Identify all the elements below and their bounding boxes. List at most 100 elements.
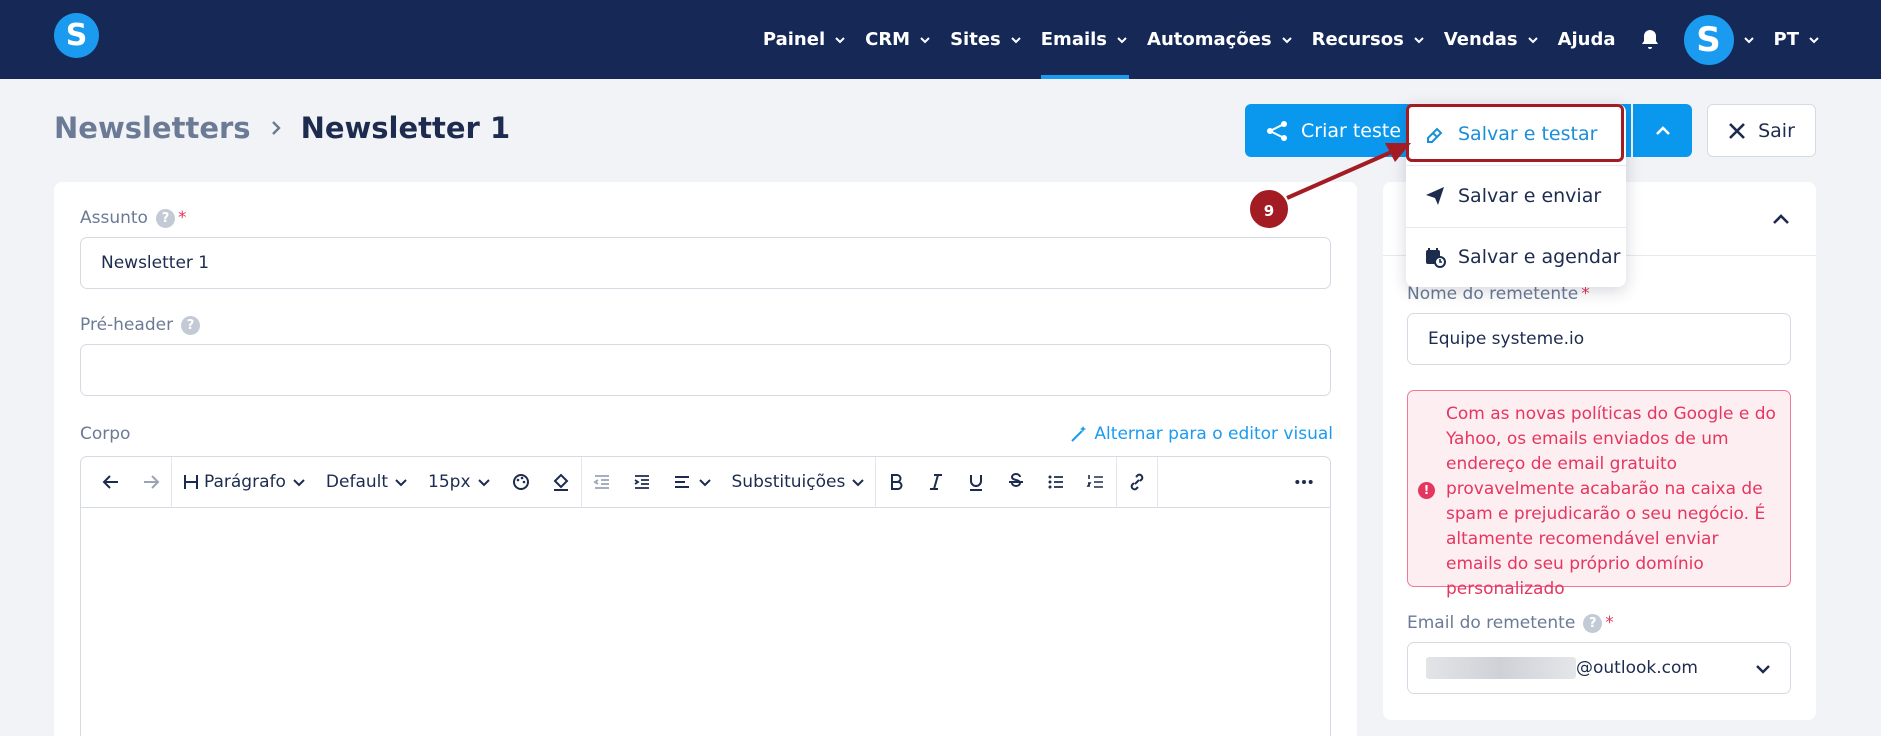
link-button[interactable]	[1117, 457, 1157, 508]
nav-item-vendas[interactable]: Vendas	[1444, 0, 1540, 79]
required-mark: *	[1581, 284, 1590, 304]
strikethrough-button[interactable]	[996, 457, 1036, 508]
subject-input[interactable]: Newsletter 1	[80, 237, 1331, 289]
sender-name-label-text: Nome do remetente	[1407, 284, 1579, 304]
chevron-down-icon	[1743, 36, 1754, 43]
nav-item-label: Recursos	[1311, 29, 1404, 50]
annotation-highlight-box	[1406, 104, 1624, 162]
heading-icon	[184, 475, 198, 489]
block-format-dropdown[interactable]: Parágrafo	[172, 457, 316, 508]
font-family-dropdown[interactable]: Default	[316, 457, 418, 508]
sender-name-value: Equipe systeme.io	[1428, 329, 1585, 349]
sender-email-label: Email do remetente ? *	[1407, 613, 1614, 633]
warning-text: Com as novas políticas do Google e do Ya…	[1446, 404, 1776, 599]
systeme-logo[interactable]: S	[54, 13, 99, 58]
chevron-down-icon	[1414, 36, 1424, 43]
subject-label: Assunto ? *	[80, 208, 186, 228]
chevron-up-icon[interactable]	[1770, 208, 1792, 230]
email-editor-card: Assunto ? * Newsletter 1 Pré-header ? Co…	[54, 182, 1357, 736]
bold-button[interactable]	[876, 457, 916, 508]
highlight-color-button[interactable]	[541, 457, 581, 508]
more-options-button[interactable]	[1284, 457, 1324, 508]
language-label: PT	[1773, 29, 1799, 50]
chevron-down-icon	[835, 36, 845, 43]
paper-plane-icon	[1426, 187, 1444, 205]
nav-item-crm[interactable]: CRM	[865, 0, 932, 79]
save-and-send-item[interactable]: Salvar e enviar	[1406, 166, 1626, 226]
bell-icon[interactable]	[1638, 28, 1662, 52]
switch-visual-editor-label: Alternar para o editor visual	[1094, 424, 1333, 444]
chevron-down-icon	[293, 479, 305, 487]
chevron-down-icon	[1809, 36, 1819, 43]
indent-button[interactable]	[622, 457, 662, 508]
nav-item-automacoes[interactable]: Automações	[1147, 0, 1294, 79]
body-editor[interactable]: Parágrafo Default 15px Substituições	[80, 456, 1331, 736]
arrow-left-icon	[102, 475, 118, 489]
chevron-down-icon	[1281, 36, 1292, 43]
save-and-send-label: Salvar e enviar	[1458, 185, 1602, 207]
chevron-right-icon	[271, 121, 281, 135]
help-icon[interactable]: ?	[1583, 613, 1603, 633]
avatar[interactable]: S	[1683, 14, 1734, 65]
sender-email-domain: @outlook.com	[1576, 658, 1698, 678]
align-dropdown[interactable]	[662, 457, 722, 508]
nav-item-painel[interactable]: Painel	[763, 0, 847, 79]
outdent-button[interactable]	[582, 457, 622, 508]
user-menu[interactable]: S	[1683, 14, 1756, 65]
italic-button[interactable]	[916, 457, 956, 508]
paint-bucket-icon	[553, 473, 568, 491]
text-color-button[interactable]	[501, 457, 541, 508]
exit-button[interactable]: Sair	[1707, 104, 1816, 157]
nav-item-recursos[interactable]: Recursos	[1312, 0, 1426, 79]
chevron-down-icon	[1011, 36, 1021, 43]
free-email-warning: ! Com as novas políticas do Google e do …	[1407, 390, 1791, 599]
font-family-label: Default	[325, 472, 389, 492]
alert-icon: !	[1418, 482, 1435, 499]
sender-name-input[interactable]: Equipe systeme.io	[1407, 313, 1791, 365]
underline-button[interactable]	[956, 457, 996, 508]
align-left-icon	[674, 476, 689, 488]
redo-button[interactable]	[131, 457, 171, 508]
bullet-list-icon	[1048, 475, 1064, 489]
numbered-list-button[interactable]	[1076, 457, 1116, 508]
editor-toolbar: Parágrafo Default 15px Substituições	[81, 456, 1330, 508]
bold-icon	[891, 474, 903, 490]
underline-icon	[970, 475, 983, 491]
nav-item-emails[interactable]: Emails	[1040, 0, 1130, 79]
close-icon	[1729, 122, 1746, 139]
sender-email-select[interactable]: @outlook.com	[1407, 642, 1791, 694]
save-options-toggle[interactable]	[1633, 104, 1692, 157]
save-and-schedule-label: Salvar e agendar	[1458, 246, 1621, 268]
switch-visual-editor-link[interactable]: Alternar para o editor visual	[1070, 424, 1333, 444]
link-icon	[1131, 473, 1144, 491]
nav-item-sites[interactable]: Sites	[950, 0, 1023, 79]
help-icon[interactable]: ?	[155, 208, 175, 228]
nav-item-label: Sites	[950, 29, 1001, 50]
preheader-input[interactable]	[80, 344, 1331, 396]
page-title: Newsletter 1	[300, 111, 511, 145]
language-selector[interactable]: PT	[1774, 0, 1821, 79]
font-size-dropdown[interactable]: 15px	[418, 457, 500, 508]
help-icon[interactable]: ?	[181, 315, 201, 335]
nav-menu: Painel CRM Sites Emails Automações Recur…	[745, 0, 1821, 79]
chevron-down-icon	[920, 36, 930, 43]
outdent-icon	[592, 475, 609, 489]
nav-item-label: Automações	[1147, 29, 1272, 50]
undo-button[interactable]	[91, 457, 131, 508]
save-and-schedule-item[interactable]: Salvar e agendar	[1406, 227, 1626, 287]
nav-item-ajuda[interactable]: Ajuda	[1558, 0, 1616, 79]
chevron-down-icon	[395, 479, 407, 487]
strikethrough-icon	[1009, 473, 1024, 487]
preheader-label: Pré-header ?	[80, 315, 201, 335]
nav-item-label: Painel	[762, 29, 826, 50]
toolbar-divider	[1157, 456, 1159, 508]
exit-label: Sair	[1758, 119, 1795, 142]
substitutions-dropdown[interactable]: Substituições	[722, 457, 876, 508]
bullet-list-button[interactable]	[1036, 457, 1076, 508]
chevron-down-icon	[1527, 36, 1538, 43]
chevron-down-icon	[698, 479, 711, 487]
calendar-clock-icon	[1426, 248, 1446, 268]
italic-icon	[930, 474, 943, 490]
nav-item-label: Ajuda	[1557, 29, 1616, 50]
breadcrumb-parent-link[interactable]: Newsletters	[54, 111, 251, 145]
